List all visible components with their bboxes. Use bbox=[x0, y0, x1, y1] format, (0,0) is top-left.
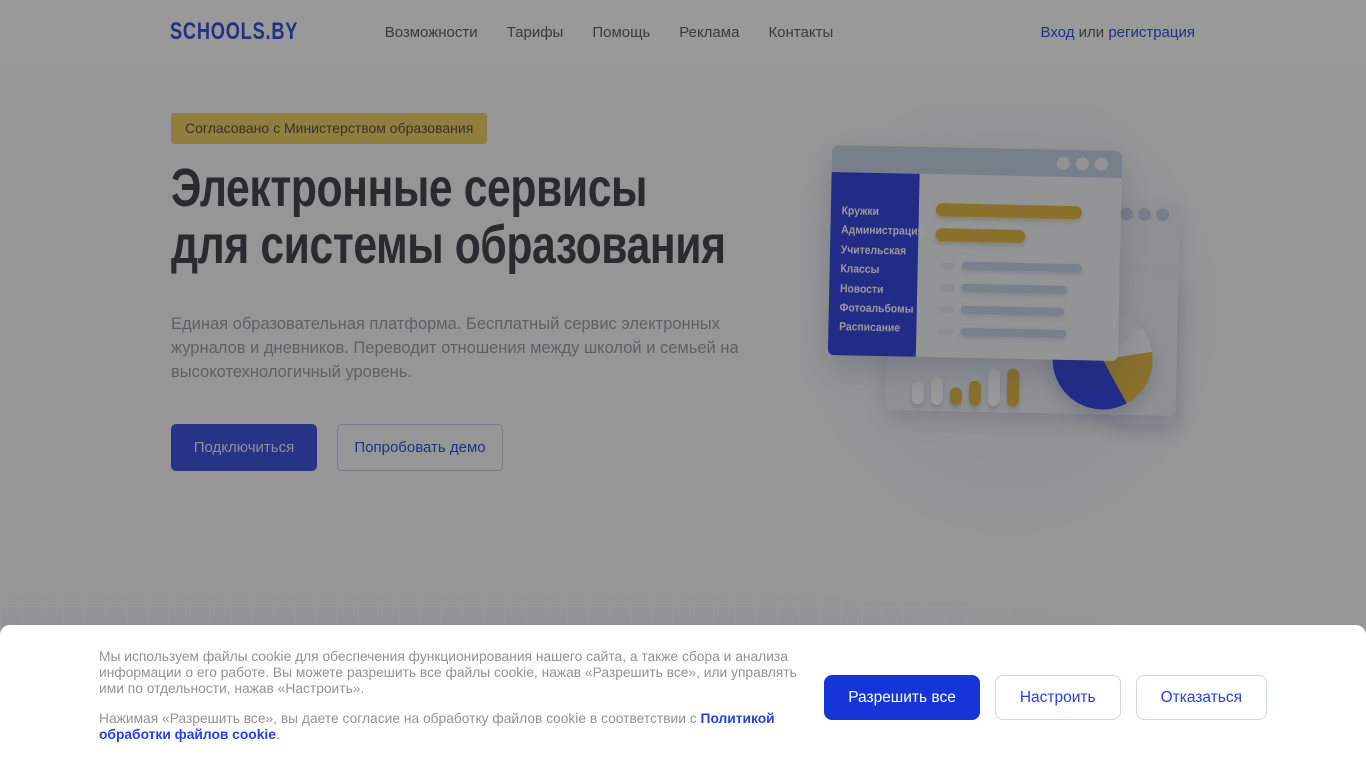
cookie-p2-text: Нажимая «Разрешить все», вы даете соглас… bbox=[99, 711, 701, 727]
decline-button[interactable]: Отказаться bbox=[1135, 675, 1267, 720]
cookie-p2-period: . bbox=[275, 727, 280, 743]
cookie-text: Мы используем файлы cookie для обеспечен… bbox=[99, 649, 815, 743]
cookie-buttons: Разрешить все Настроить Отказаться bbox=[824, 675, 1267, 720]
cookie-paragraph-1: Мы используем файлы cookie для обеспечен… bbox=[99, 649, 797, 696]
cookie-paragraph-2: Нажимая «Разрешить все», вы даете соглас… bbox=[99, 711, 815, 743]
configure-button[interactable]: Настроить bbox=[994, 675, 1121, 720]
cookie-banner: Мы используем файлы cookie для обеспечен… bbox=[0, 625, 1366, 768]
allow-all-button[interactable]: Разрешить все bbox=[824, 675, 980, 720]
